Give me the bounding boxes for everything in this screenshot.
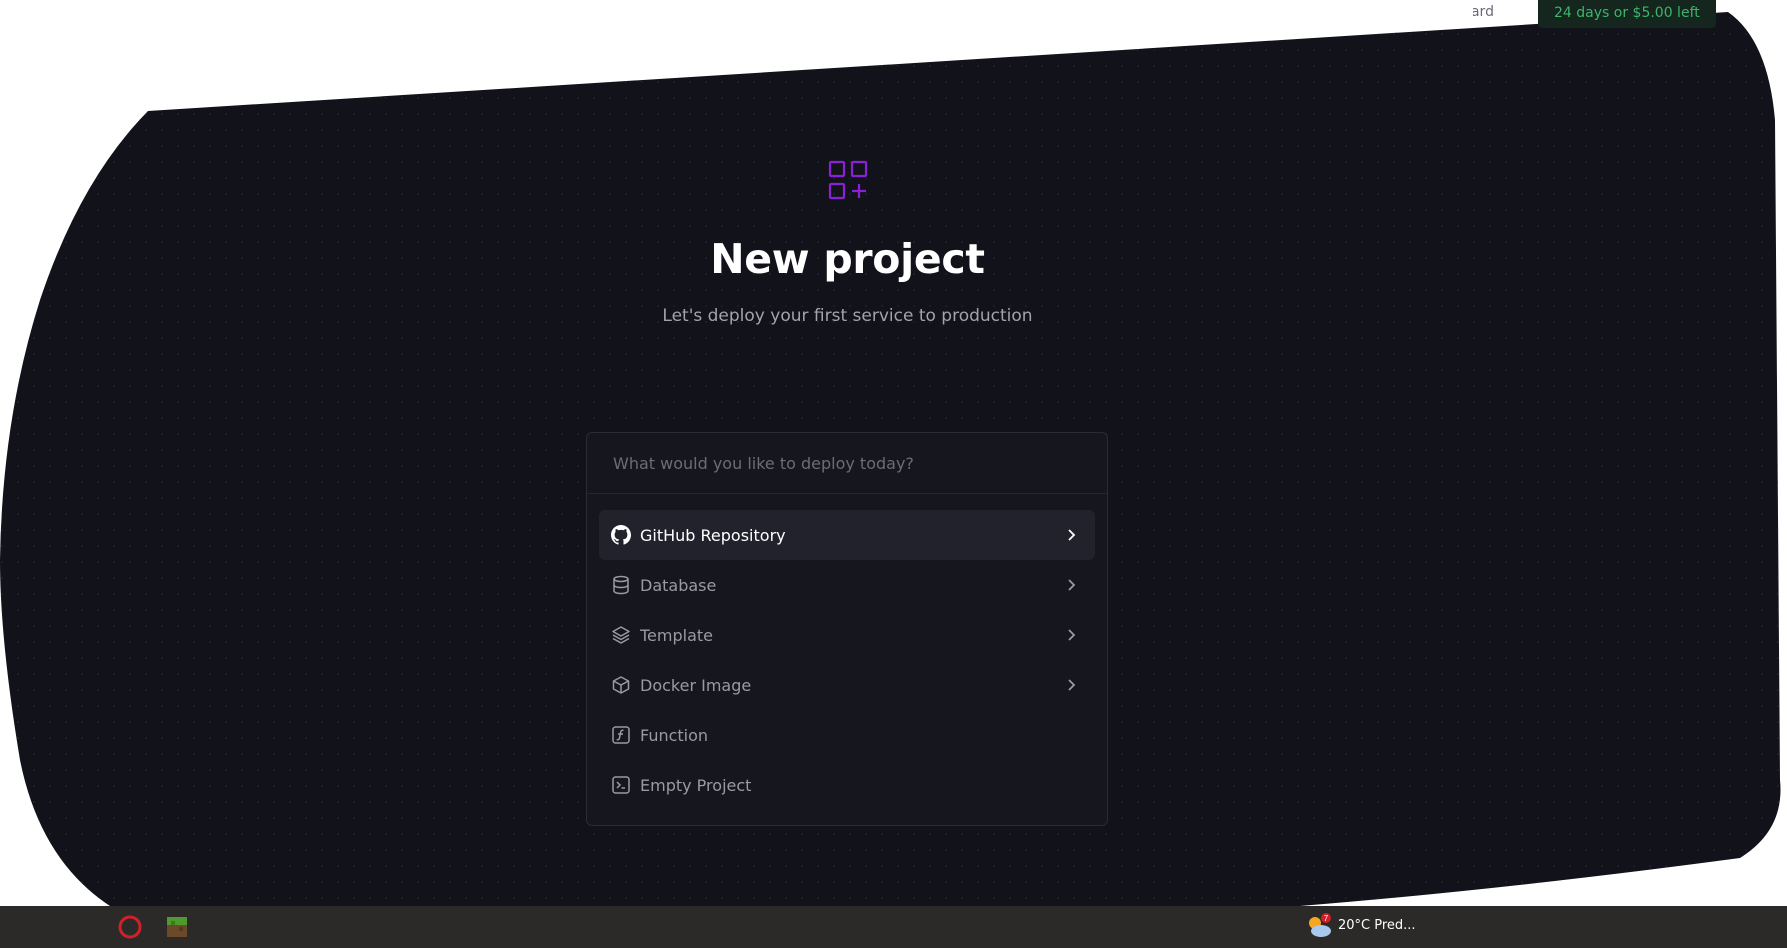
function-icon <box>611 725 631 745</box>
taskbar <box>0 906 1787 948</box>
option-label: Database <box>640 575 717 595</box>
chevron-right-icon <box>1068 579 1076 591</box>
github-icon <box>611 525 631 545</box>
chevron-right-icon <box>1068 629 1076 641</box>
option-github-repository[interactable]: GitHub Repository <box>599 510 1095 560</box>
cube-icon <box>611 675 631 695</box>
minecraft-icon[interactable] <box>165 915 189 939</box>
deploy-options-panel: GitHub Repository Database Template Dock… <box>586 432 1108 826</box>
weather-icon[interactable]: 7 <box>1305 912 1333 940</box>
option-label: GitHub Repository <box>640 525 786 545</box>
weather-text[interactable]: 20°C Pred... <box>1338 918 1416 933</box>
option-list: GitHub Repository Database Template Dock… <box>587 494 1107 810</box>
grid-plus-icon <box>828 160 868 200</box>
search-row <box>587 433 1107 494</box>
option-database[interactable]: Database <box>599 560 1095 610</box>
option-label: Template <box>640 625 714 645</box>
deploy-search-input[interactable] <box>611 452 1075 474</box>
option-template[interactable]: Template <box>599 610 1095 660</box>
opera-icon[interactable] <box>118 915 142 939</box>
weather-badge: 7 <box>1324 914 1329 923</box>
option-empty-project[interactable]: Empty Project <box>599 760 1095 810</box>
trial-status-badge[interactable]: 24 days or $5.00 left <box>1538 0 1716 28</box>
layers-icon <box>611 625 631 645</box>
option-docker-image[interactable]: Docker Image <box>599 660 1095 710</box>
database-icon <box>611 575 631 595</box>
option-label: Docker Image <box>640 675 752 695</box>
terminal-icon <box>611 775 631 795</box>
chevron-right-icon <box>1068 679 1076 691</box>
option-label: Empty Project <box>640 775 752 795</box>
chevron-right-icon <box>1068 529 1076 541</box>
page-subtitle: Let's deploy your first service to produ… <box>662 306 1033 326</box>
option-label: Function <box>640 725 709 745</box>
page-title: New project <box>710 235 985 283</box>
option-function[interactable]: Function <box>599 710 1095 760</box>
